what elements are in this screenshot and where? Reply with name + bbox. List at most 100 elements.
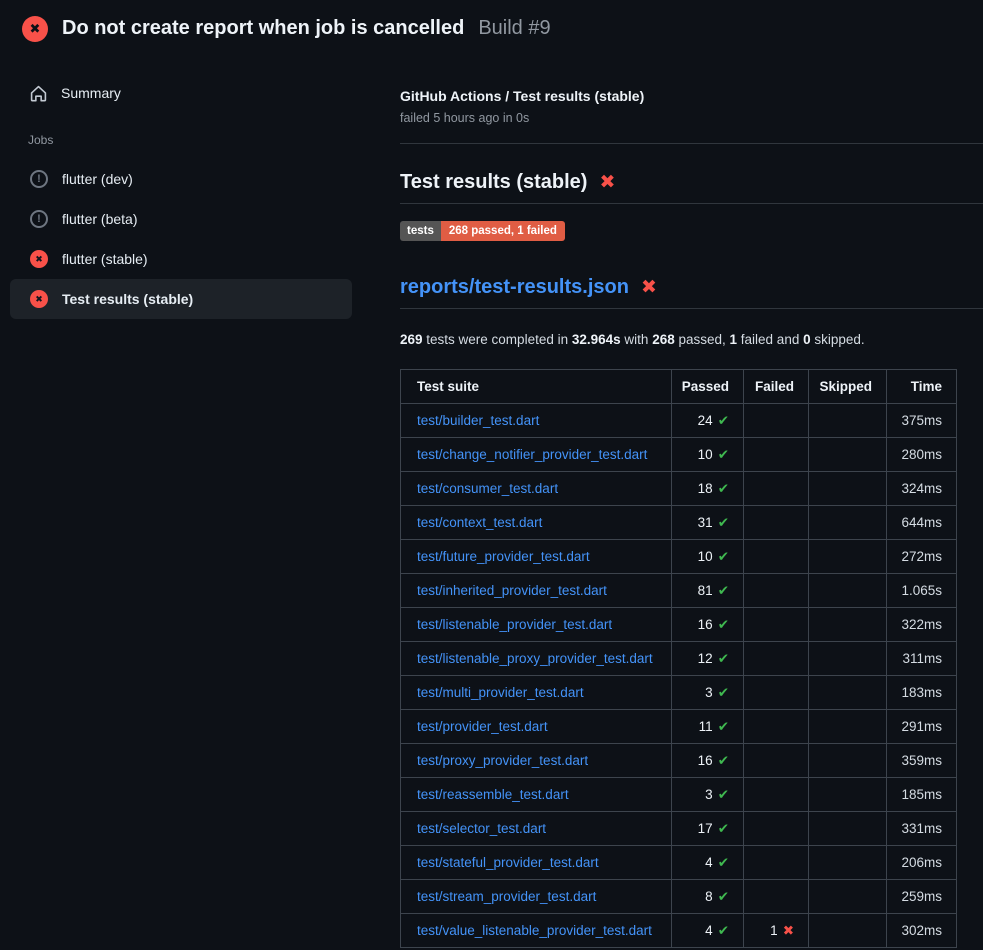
- table-row: test/future_provider_test.dart10✔272ms: [401, 540, 957, 574]
- cell-test-suite: test/stateful_provider_test.dart: [401, 846, 672, 880]
- cell-passed: 10✔: [672, 540, 744, 574]
- build-number: Build #9: [478, 17, 550, 40]
- count: 12: [698, 651, 713, 666]
- cell-skipped: [809, 438, 887, 472]
- sidebar-item-test-results-stable-[interactable]: ✖Test results (stable): [10, 279, 352, 319]
- tests-badge-value: 268 passed, 1 failed: [441, 221, 565, 241]
- cell-test-suite: test/proxy_provider_test.dart: [401, 744, 672, 778]
- sidebar-item-label: flutter (dev): [62, 171, 133, 187]
- cell-passed: 18 ✔: [672, 472, 744, 506]
- cell-passed: 4✔: [672, 846, 744, 880]
- table-row: test/stream_provider_test.dart8✔259ms: [401, 880, 957, 914]
- cell-time: 259ms: [887, 880, 957, 914]
- cell-time: 331ms: [887, 812, 957, 846]
- sidebar-item-label: Summary: [61, 85, 121, 101]
- test-suite-link[interactable]: test/stream_provider_test.dart: [417, 889, 596, 904]
- cell-skipped: [809, 812, 887, 846]
- table-row: test/builder_test.dart24✔375ms: [401, 404, 957, 438]
- cell-time: 185ms: [887, 778, 957, 812]
- cell-time: 322ms: [887, 608, 957, 642]
- cell-test-suite: test/reassemble_test.dart: [401, 778, 672, 812]
- report-title-link[interactable]: reports/test-results.json: [400, 276, 629, 299]
- failed-icon: ✖: [30, 250, 48, 268]
- cell-failed: [744, 472, 809, 506]
- cell-skipped: [809, 880, 887, 914]
- cell-test-suite: test/multi_provider_test.dart: [401, 676, 672, 710]
- test-suite-link[interactable]: test/proxy_provider_test.dart: [417, 753, 588, 768]
- count: 1: [770, 923, 778, 938]
- sidebar-item-label: Test results (stable): [62, 291, 193, 307]
- count: 16: [698, 753, 713, 768]
- test-suite-link[interactable]: test/builder_test.dart: [417, 413, 539, 428]
- cell-passed: 12 ✔: [672, 642, 744, 676]
- count: 4: [705, 855, 713, 870]
- cell-passed: 10✔: [672, 438, 744, 472]
- test-suite-link[interactable]: test/listenable_provider_test.dart: [417, 617, 612, 632]
- cell-time: 1.065s: [887, 574, 957, 608]
- cell-skipped: [809, 778, 887, 812]
- check-icon: ✔: [718, 447, 729, 462]
- sidebar-item-flutter-dev-[interactable]: !flutter (dev): [10, 159, 352, 199]
- test-suite-link[interactable]: test/stateful_provider_test.dart: [417, 855, 599, 870]
- cell-test-suite: test/listenable_provider_test.dart: [401, 608, 672, 642]
- test-suite-link[interactable]: test/value_listenable_provider_test.dart: [417, 923, 652, 938]
- cell-skipped: [809, 744, 887, 778]
- count: 10: [698, 549, 713, 564]
- test-suite-link[interactable]: test/listenable_proxy_provider_test.dart: [417, 651, 653, 666]
- cell-skipped: [809, 608, 887, 642]
- check-icon: ✔: [718, 413, 729, 428]
- table-row: test/value_listenable_provider_test.dart…: [401, 914, 957, 948]
- cell-passed: 4✔: [672, 914, 744, 948]
- build-header: ✖ Do not create report when job is cance…: [0, 0, 983, 57]
- count: 17: [698, 821, 713, 836]
- cell-failed: [744, 812, 809, 846]
- cell-time: 183ms: [887, 676, 957, 710]
- report-title: reports/test-results.json ✖: [400, 276, 983, 309]
- check-icon: ✔: [718, 515, 729, 530]
- test-suite-link[interactable]: test/reassemble_test.dart: [417, 787, 569, 802]
- check-icon: ✔: [718, 889, 729, 904]
- test-suite-link[interactable]: test/inherited_provider_test.dart: [417, 583, 607, 598]
- table-row: test/listenable_proxy_provider_test.dart…: [401, 642, 957, 676]
- test-suite-link[interactable]: test/selector_test.dart: [417, 821, 546, 836]
- count: 18: [698, 481, 713, 496]
- cell-time: 280ms: [887, 438, 957, 472]
- test-suite-link[interactable]: test/context_test.dart: [417, 515, 542, 530]
- cell-skipped: [809, 710, 887, 744]
- check-icon: ✔: [718, 481, 729, 496]
- test-suite-link[interactable]: test/consumer_test.dart: [417, 481, 558, 496]
- build-failed-icon: ✖: [22, 16, 48, 42]
- check-icon: ✔: [718, 651, 729, 666]
- test-suite-link[interactable]: test/change_notifier_provider_test.dart: [417, 447, 647, 462]
- cell-failed: [744, 540, 809, 574]
- test-suite-link[interactable]: test/provider_test.dart: [417, 719, 548, 734]
- count: 16: [698, 617, 713, 632]
- test-suite-link[interactable]: test/multi_provider_test.dart: [417, 685, 584, 700]
- table-header-row: Test suite Passed Failed Skipped Time: [401, 370, 957, 404]
- sidebar-item-flutter-beta-[interactable]: !flutter (beta): [10, 199, 352, 239]
- tests-badge-label: tests: [400, 221, 441, 241]
- count: 31: [698, 515, 713, 530]
- home-icon: [30, 85, 47, 102]
- sidebar-item-summary[interactable]: Summary: [10, 73, 352, 113]
- cell-skipped: [809, 574, 887, 608]
- cell-skipped: [809, 540, 887, 574]
- check-icon: ✔: [718, 787, 729, 802]
- table-row: test/stateful_provider_test.dart4✔206ms: [401, 846, 957, 880]
- summary-segment: with: [621, 332, 653, 347]
- col-test-suite: Test suite: [401, 370, 672, 404]
- sidebar-item-label: flutter (beta): [62, 211, 137, 227]
- summary-segment: skipped.: [811, 332, 865, 347]
- test-suite-link[interactable]: test/future_provider_test.dart: [417, 549, 590, 564]
- cell-failed: [744, 506, 809, 540]
- sidebar-item-flutter-stable-[interactable]: ✖flutter (stable): [10, 239, 352, 279]
- table-row: test/selector_test.dart17✔331ms: [401, 812, 957, 846]
- cell-failed: [744, 710, 809, 744]
- cross-icon: ✖: [783, 923, 794, 938]
- sidebar: Summary Jobs !flutter (dev)!flutter (bet…: [0, 57, 370, 950]
- summary-segment: 1: [730, 332, 738, 347]
- cell-failed: 1✖: [744, 914, 809, 948]
- check-icon: ✔: [718, 855, 729, 870]
- section-title: Test results (stable) ✖: [400, 171, 983, 204]
- cell-passed: 3✔: [672, 778, 744, 812]
